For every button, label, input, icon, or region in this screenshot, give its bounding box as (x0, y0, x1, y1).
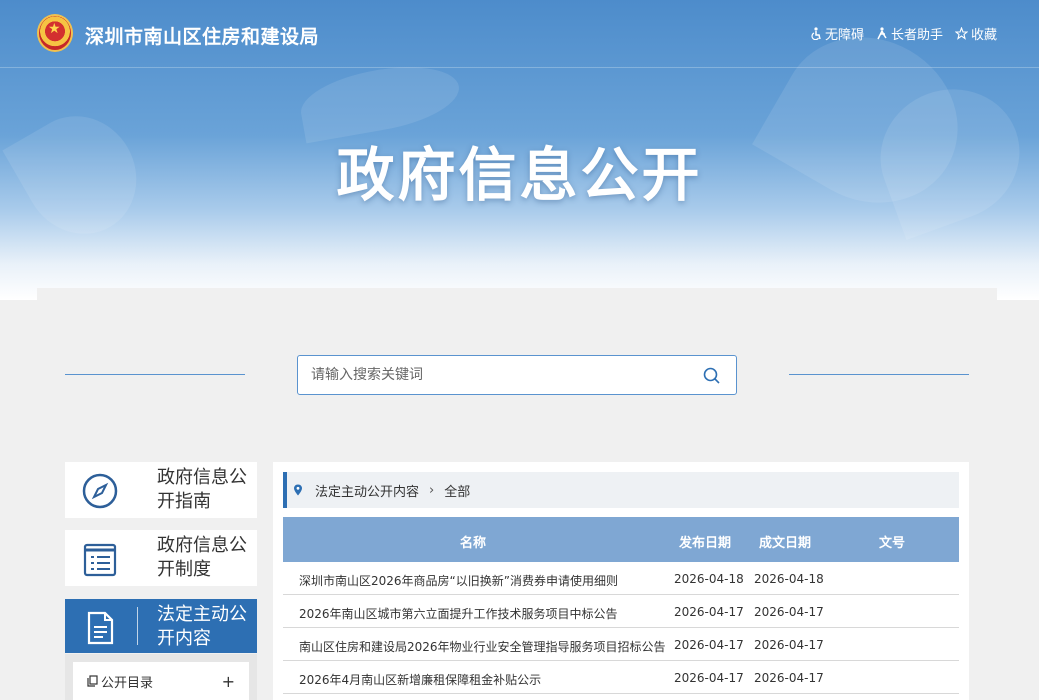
page-title: 政府信息公开 (336, 141, 703, 209)
search-input[interactable] (298, 356, 688, 394)
subnav-item-label: 公开目录 (101, 675, 154, 691)
favorite-link[interactable]: 收藏 (954, 24, 997, 43)
search-divider-right (789, 374, 969, 375)
document-icon (87, 611, 114, 645)
row-published-date: 2026-04-18 (674, 572, 744, 586)
header-banner: 深圳市南山区住房和建设局 无障碍 长者助手 收藏 政府信息公开 (0, 0, 1039, 300)
content-area: 法定主动公开内容 › 全部 名称 发布日期 成文日期 文号 深圳市南山区2026… (273, 462, 969, 700)
row-written-date: 2026-04-17 (754, 638, 824, 652)
row-title[interactable]: 深圳市南山区2026年商品房“以旧换新”消费券申请使用细则 (299, 572, 618, 589)
top-links: 无障碍 长者助手 收藏 (810, 24, 997, 43)
nav-item-disclosure-guide[interactable]: 政府信息公开指南 (65, 462, 257, 518)
row-title[interactable]: 2026年4月南山区新增廉租保障租金补贴公示 (299, 671, 541, 688)
table-row[interactable]: 2026年4月南山区新增廉租保障租金补贴公示 2026-04-17 2026-0… (283, 661, 959, 694)
nav-item-label: 政府信息公开指南 (157, 467, 247, 512)
row-title[interactable]: 2026年南山区城市第六立面提升工作技术服务项目中标公告 (299, 605, 618, 622)
nav-item-label: 法定主动公开内容 (157, 604, 247, 649)
accessibility-icon (811, 27, 821, 40)
row-published-date: 2026-04-17 (674, 638, 744, 652)
row-written-date: 2026-04-18 (754, 572, 824, 586)
column-header-published: 发布日期 (679, 536, 732, 551)
search-divider-left (65, 374, 245, 375)
site-title[interactable]: 深圳市南山区住房和建设局 (85, 22, 319, 49)
star-icon (954, 27, 968, 40)
nav-item-statutory-content[interactable]: 法定主动公开内容 (65, 599, 257, 653)
table-header: 名称 发布日期 成文日期 文号 (283, 517, 959, 562)
compass-icon (82, 473, 118, 509)
subnav-item-catalog[interactable]: 公开目录 + (73, 662, 249, 700)
document-list-icon (83, 543, 117, 577)
elderly-assist-icon (877, 27, 887, 40)
table-row[interactable]: 2026年南山区城市第六立面提升工作技术服务项目中标公告 2026-04-17 … (283, 595, 959, 628)
row-published-date: 2026-04-17 (674, 605, 744, 619)
breadcrumb-item[interactable]: 全部 (444, 481, 470, 500)
nav-item-label: 政府信息公开制度 (157, 535, 247, 580)
row-published-date: 2026-04-17 (674, 671, 744, 685)
main-panel: 政府信息公开指南 政府信息公开制度 法定主动公开内容 公开目录 + (37, 288, 997, 700)
accessibility-label: 无障碍 (824, 28, 864, 43)
subnav: 公开目录 + (65, 654, 257, 700)
table-row[interactable]: 南山区住房和建设局2026年物业行业安全管理指导服务项目招标公告 2026-04… (283, 628, 959, 661)
location-pin-icon (294, 484, 302, 496)
nav-item-disclosure-system[interactable]: 政府信息公开制度 (65, 530, 257, 586)
chevron-right-icon: › (429, 482, 435, 498)
row-written-date: 2026-04-17 (754, 605, 824, 619)
table-body: 深圳市南山区2026年商品房“以旧换新”消费券申请使用细则 2026-04-18… (283, 562, 959, 694)
expand-icon[interactable]: + (222, 672, 235, 691)
search-icon[interactable] (702, 366, 722, 386)
nav-separator (137, 607, 138, 645)
favorite-label: 收藏 (970, 28, 997, 43)
table-row[interactable]: 深圳市南山区2026年商品房“以旧换新”消费券申请使用细则 2026-04-18… (283, 562, 959, 595)
column-header-doc-no: 文号 (879, 536, 906, 551)
search-box (297, 355, 737, 395)
breadcrumb-item[interactable]: 法定主动公开内容 (315, 481, 419, 500)
elderly-assist-label: 长者助手 (890, 28, 943, 43)
accessibility-link[interactable]: 无障碍 (810, 24, 864, 43)
top-bar: 深圳市南山区住房和建设局 无障碍 长者助手 收藏 (0, 0, 1039, 68)
row-title[interactable]: 南山区住房和建设局2026年物业行业安全管理指导服务项目招标公告 (299, 638, 666, 655)
breadcrumb: 法定主动公开内容 › 全部 (283, 472, 959, 508)
national-emblem-logo (37, 14, 73, 52)
column-header-name: 名称 (460, 536, 487, 551)
copy-icon (87, 675, 98, 687)
row-written-date: 2026-04-17 (754, 671, 824, 685)
elderly-assist-link[interactable]: 长者助手 (876, 24, 943, 43)
column-header-written: 成文日期 (759, 536, 812, 551)
